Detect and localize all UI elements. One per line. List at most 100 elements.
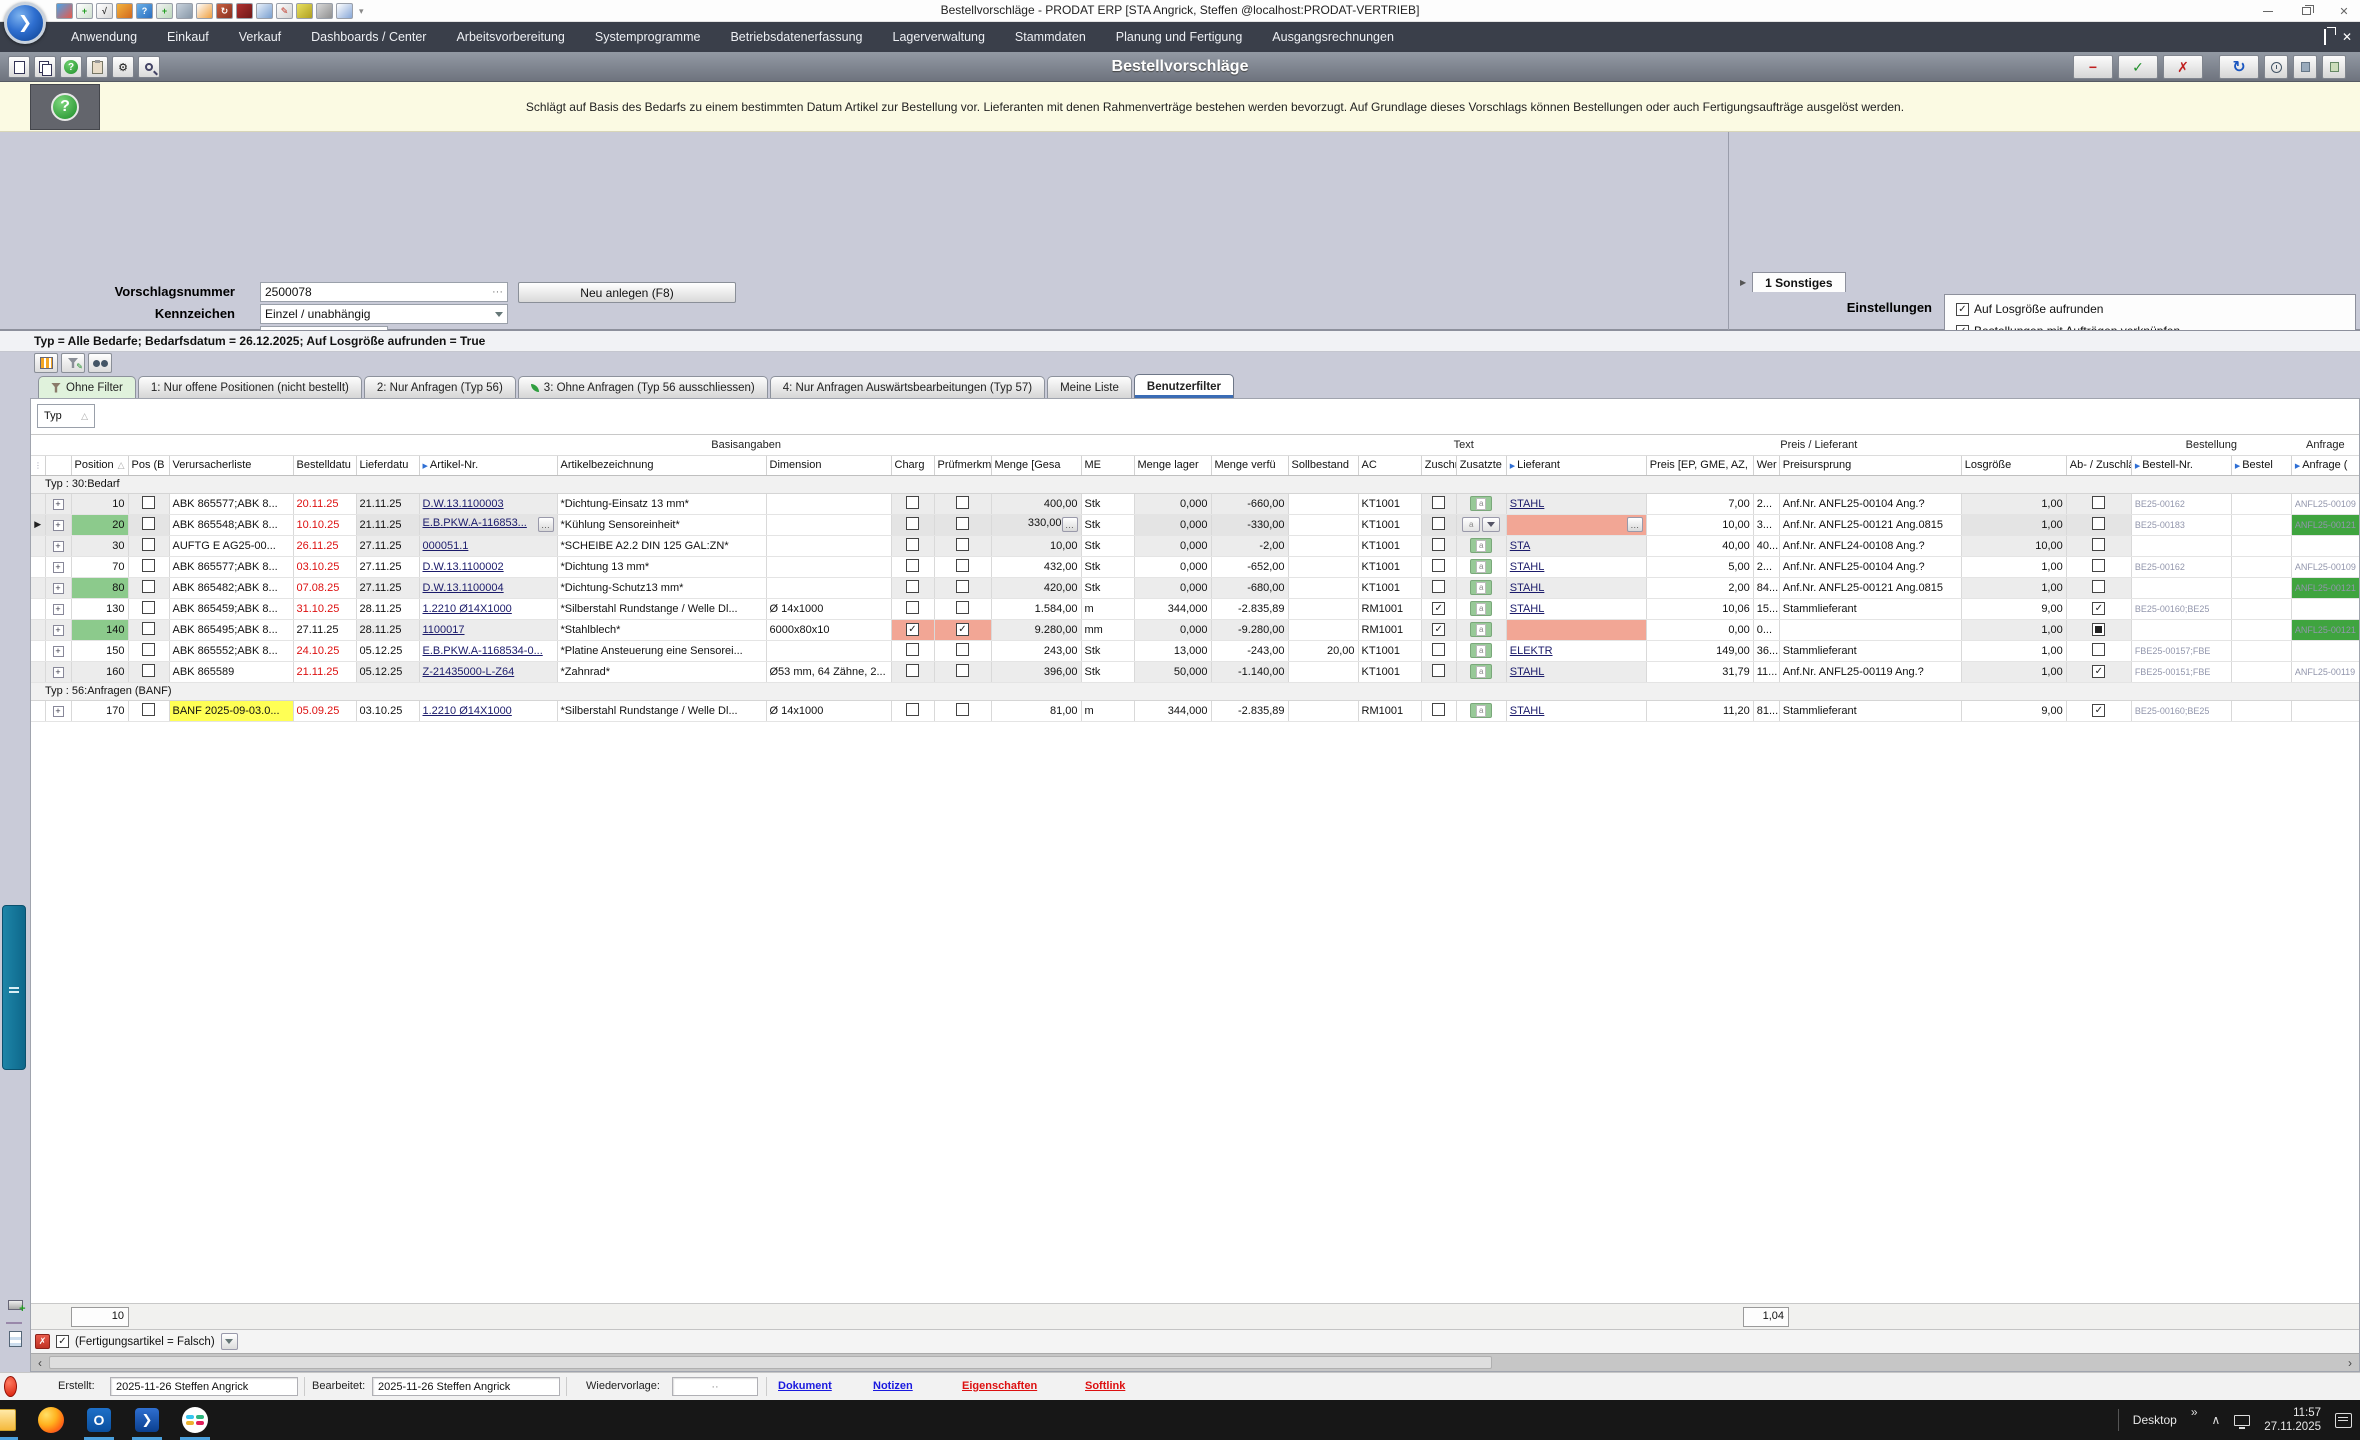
confirm-button[interactable]: ✓	[2118, 55, 2158, 79]
refresh-button[interactable]: ↻	[2219, 55, 2259, 79]
cell-bez[interactable]: *SCHEIBE A2.2 DIN 125 GAL:ZN*	[557, 535, 766, 556]
cell-ver[interactable]: BANF 2025-09-03.0...	[169, 700, 293, 721]
cell-ac[interactable]: KT1001	[1358, 493, 1421, 514]
text-doc-icon[interactable]: a	[1470, 580, 1492, 595]
cell-txt[interactable]: a	[1456, 535, 1506, 556]
desktop-toolbar[interactable]: Desktop	[2133, 1413, 2177, 1427]
cell-lief[interactable]: STAHL	[1506, 661, 1646, 682]
checkbox-checked-icon[interactable]	[1956, 303, 1969, 316]
col-header-bdat[interactable]: Bestelldatu	[293, 455, 356, 475]
row-indicator[interactable]	[31, 535, 45, 556]
row-indicator[interactable]	[31, 619, 45, 640]
cell-wer[interactable]: 2...	[1753, 556, 1779, 577]
cell-me[interactable]: Stk	[1081, 493, 1134, 514]
cell-bnr[interactable]: BE25-00162	[2131, 556, 2231, 577]
cell-wer[interactable]: 0...	[1753, 619, 1779, 640]
ellipsis-button[interactable]: …	[1062, 517, 1078, 532]
cell-bdat[interactable]: 05.09.25	[293, 700, 356, 721]
cell-preis[interactable]: 149,00	[1646, 640, 1753, 661]
lieferant-link[interactable]: ELEKTR	[1510, 645, 1553, 657]
cell-los[interactable]: 1,00	[1961, 493, 2066, 514]
lieferant-link[interactable]: STAHL	[1510, 582, 1545, 594]
cell-mlg[interactable]: 0,000	[1134, 619, 1211, 640]
cell-wer[interactable]: 3...	[1753, 514, 1779, 535]
cell-checkbox[interactable]	[956, 623, 969, 636]
col-header-b2[interactable]: ▶Bestel	[2231, 455, 2291, 475]
cell-checkbox[interactable]	[1432, 664, 1445, 677]
cell-ver[interactable]: AUFTG E AG25-00...	[169, 535, 293, 556]
row-indicator[interactable]	[31, 493, 45, 514]
cell-zus[interactable]	[1421, 493, 1456, 514]
cell-dim[interactable]	[766, 577, 891, 598]
cell-checkbox[interactable]	[142, 538, 155, 551]
menu-item-dashboards-center[interactable]: Dashboards / Center	[296, 22, 441, 52]
cell-ldat[interactable]: 21.11.25	[356, 514, 419, 535]
cell-prf[interactable]	[934, 598, 991, 619]
cell-abz[interactable]	[2066, 598, 2131, 619]
cell-art[interactable]: D.W.13.1100003	[419, 493, 557, 514]
cell-abz[interactable]	[2066, 700, 2131, 721]
cell-dim[interactable]: Ø 14x1000	[766, 598, 891, 619]
text-doc-icon[interactable]: a	[1470, 559, 1492, 574]
group-row[interactable]: Typ : 56:Anfragen (BANF)	[31, 682, 2359, 700]
col-header-ac[interactable]: AC	[1358, 455, 1421, 475]
taskbar-app-outlook[interactable]: O	[76, 1400, 122, 1440]
artikel-link[interactable]: 1100017	[423, 624, 465, 636]
cell-preis[interactable]: 10,06	[1646, 598, 1753, 619]
cell-preis[interactable]: 11,20	[1646, 700, 1753, 721]
cell-ldat[interactable]: 03.10.25	[356, 700, 419, 721]
cell-txt[interactable]: a	[1456, 598, 1506, 619]
cell-soll[interactable]	[1288, 661, 1358, 682]
cell-bdat[interactable]: 31.10.25	[293, 598, 356, 619]
cell-urspr[interactable]: Stammlieferant	[1779, 700, 1961, 721]
filter-active-checkbox[interactable]	[56, 1335, 69, 1348]
cell-chg[interactable]	[891, 493, 934, 514]
cell-pos[interactable]: 10	[71, 493, 128, 514]
cell-checkbox[interactable]	[2092, 602, 2105, 615]
lieferant-link[interactable]: STAHL	[1510, 603, 1545, 615]
cell-posb[interactable]	[128, 535, 169, 556]
cell-pos[interactable]: 170	[71, 700, 128, 721]
menu-item-ausgangsrechnungen[interactable]: Ausgangsrechnungen	[1257, 22, 1409, 52]
cell-exp[interactable]: +	[45, 535, 71, 556]
collapsed-panel-tab[interactable]	[2, 905, 26, 1070]
cell-lief[interactable]: STA	[1506, 535, 1646, 556]
cell-chg[interactable]	[891, 700, 934, 721]
cell-zus[interactable]	[1421, 577, 1456, 598]
col-header-soll[interactable]: Sollbestand	[1288, 455, 1358, 475]
cell-checkbox[interactable]	[906, 517, 919, 530]
tab-1-nur-offene-positionen-nicht-bestellt-[interactable]: 1: Nur offene Positionen (nicht bestellt…	[138, 376, 362, 398]
tab-3-ohne-anfragen-typ-56-ausschliessen-[interactable]: 3: Ohne Anfragen (Typ 56 ausschliessen)	[518, 376, 768, 398]
cell-b2[interactable]	[2231, 556, 2291, 577]
row-indicator[interactable]	[31, 598, 45, 619]
neu-anlegen-button[interactable]: Neu anlegen (F8)	[518, 282, 736, 303]
cell-bdat[interactable]: 20.11.25	[293, 493, 356, 514]
cell-soll[interactable]	[1288, 493, 1358, 514]
cell-ldat[interactable]: 05.12.25	[356, 640, 419, 661]
cell-preis[interactable]: 10,00	[1646, 514, 1753, 535]
cell-checkbox[interactable]	[956, 496, 969, 509]
network-icon[interactable]	[2234, 1415, 2250, 1426]
cell-exp[interactable]: +	[45, 619, 71, 640]
cell-mge[interactable]: 243,00	[991, 640, 1081, 661]
cell-bez[interactable]: *Platine Ansteuerung eine Sensorei...	[557, 640, 766, 661]
text-doc-icon[interactable]: a	[1470, 643, 1492, 658]
cell-ldat[interactable]: 27.11.25	[356, 535, 419, 556]
cell-bnr[interactable]	[2131, 535, 2231, 556]
cell-urspr[interactable]: Anf.Nr. ANFL25-00121 Ang.0815	[1779, 577, 1961, 598]
help-tile[interactable]: ?	[30, 84, 100, 130]
cell-txt[interactable]: a	[1456, 640, 1506, 661]
cell-checkbox[interactable]	[906, 623, 919, 636]
cell-lief[interactable]: …	[1506, 514, 1646, 535]
cell-txt[interactable]: a	[1456, 661, 1506, 682]
cell-mge[interactable]: 81,00	[991, 700, 1081, 721]
tool-icon-2[interactable]	[2322, 55, 2346, 79]
menu-item-anwendung[interactable]: Anwendung	[56, 22, 152, 52]
cell-mge[interactable]: 396,00	[991, 661, 1081, 682]
group-row[interactable]: Typ : 30:Bedarf	[31, 475, 2359, 493]
cell-checkbox[interactable]	[1432, 538, 1445, 551]
col-header-wer[interactable]: Wer	[1753, 455, 1779, 475]
cell-checkbox[interactable]	[956, 517, 969, 530]
cell-posb[interactable]	[128, 619, 169, 640]
row-indicator[interactable]	[31, 700, 45, 721]
